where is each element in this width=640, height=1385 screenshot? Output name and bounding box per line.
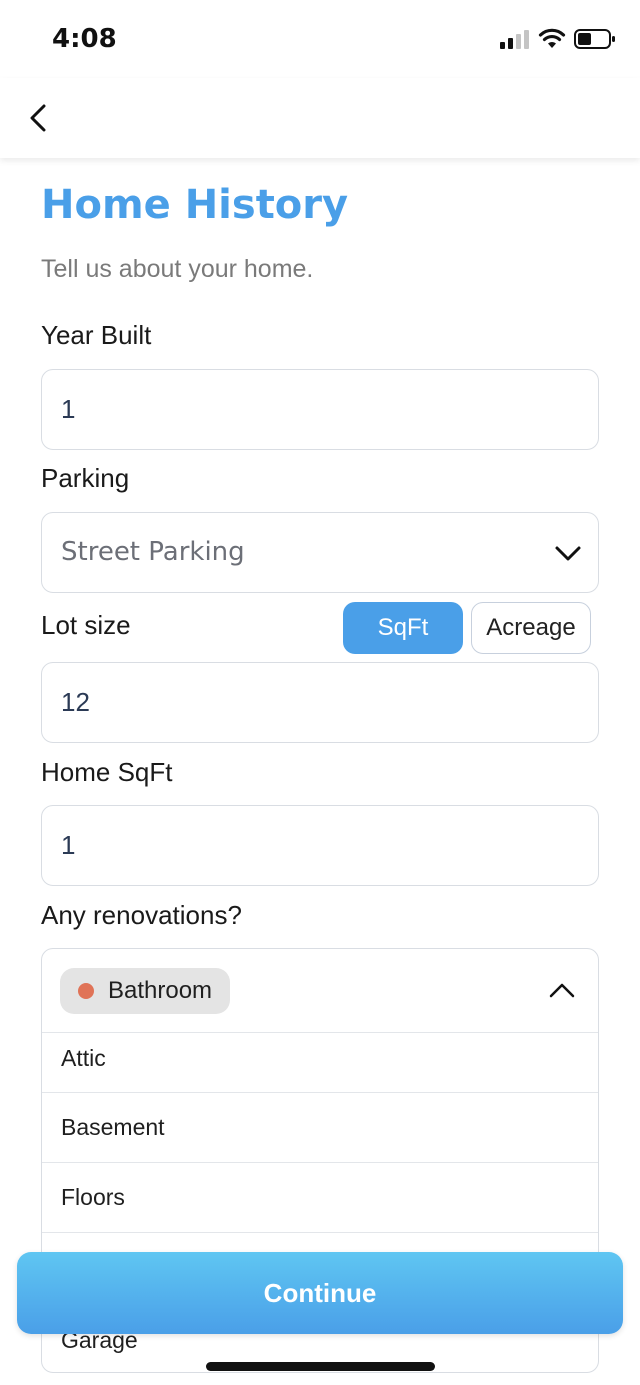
option-attic[interactable]: Attic <box>42 1033 598 1093</box>
continue-button[interactable]: Continue <box>17 1252 623 1334</box>
chevron-down-icon <box>555 546 581 561</box>
option-floors[interactable]: Floors <box>42 1163 598 1233</box>
chevron-left-icon <box>30 104 46 132</box>
unit-acreage-button[interactable]: Acreage <box>471 602 591 654</box>
page-subtitle: Tell us about your home. <box>41 255 314 283</box>
parking-select-value: Street Parking <box>61 537 245 567</box>
chevron-up-icon[interactable] <box>548 979 576 1003</box>
home-sqft-input[interactable] <box>41 805 599 886</box>
cellular-signal-icon <box>500 30 529 49</box>
wifi-icon <box>538 28 566 48</box>
status-time: 4:08 <box>52 24 117 54</box>
renovations-selected-area[interactable]: Bathroom <box>42 949 598 1033</box>
page-title: Home History <box>41 182 349 228</box>
battery-icon <box>574 29 615 49</box>
chip-label: Bathroom <box>108 977 213 1004</box>
lot-size-input[interactable] <box>41 662 599 743</box>
parking-select[interactable]: Street Parking <box>41 512 599 593</box>
status-bar: 4:08 <box>0 0 640 78</box>
year-built-input[interactable] <box>41 369 599 450</box>
parking-label: Parking <box>41 463 130 493</box>
renovations-label: Any renovations? <box>41 900 242 930</box>
navigation-bar <box>0 78 640 158</box>
status-icons <box>500 26 616 52</box>
lot-size-label: Lot size <box>41 610 131 640</box>
home-sqft-label: Home SqFt <box>41 757 173 787</box>
back-button[interactable] <box>18 98 58 138</box>
home-indicator <box>206 1362 435 1371</box>
unit-sqft-button[interactable]: SqFt <box>343 602 463 654</box>
selected-chip-bathroom[interactable]: Bathroom <box>60 968 231 1014</box>
chip-color-dot <box>78 983 94 999</box>
option-basement[interactable]: Basement <box>42 1093 598 1163</box>
year-built-label: Year Built <box>41 320 152 350</box>
